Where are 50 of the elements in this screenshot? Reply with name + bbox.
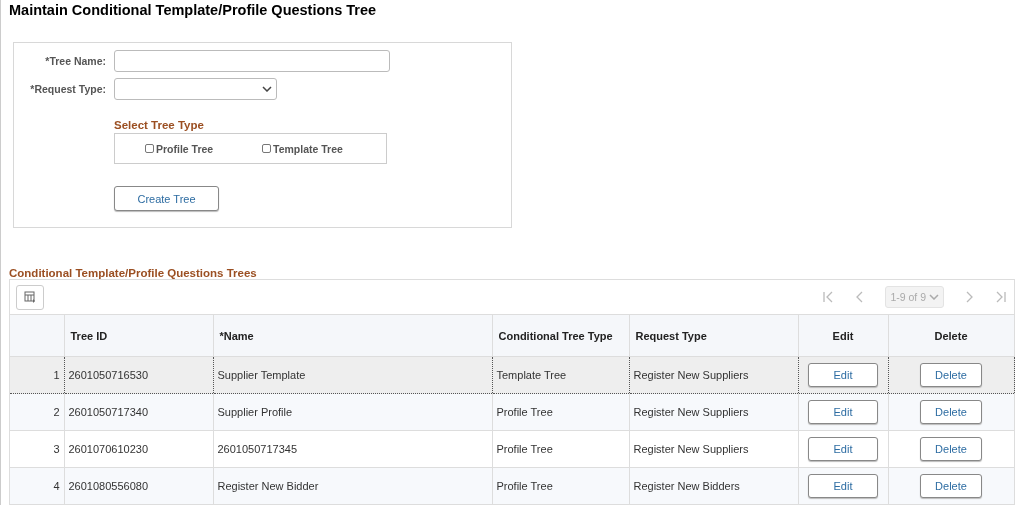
- table-cell: 2601050717340: [64, 393, 213, 431]
- table-cell: 2601050716530: [64, 356, 213, 394]
- edit-button[interactable]: Edit: [808, 474, 878, 498]
- grid-title: Conditional Template/Profile Questions Trees: [9, 268, 258, 279]
- column-header: Tree ID: [64, 315, 213, 357]
- table-cell: Supplier Profile: [213, 393, 492, 431]
- field-label: *Request Type:: [29, 83, 107, 95]
- checkbox-label: Profile Tree: [156, 142, 214, 155]
- page-title: Maintain Conditional Template/Profile Questions Tree: [9, 1, 378, 20]
- request-type-dropdown[interactable]: [114, 78, 277, 100]
- edit-button[interactable]: Edit: [808, 363, 878, 387]
- edit-button[interactable]: Edit: [808, 400, 878, 424]
- checkbox[interactable]: [145, 144, 154, 153]
- row-number: 4: [10, 467, 64, 505]
- column-header: *Name: [213, 315, 492, 357]
- table-cell: Profile Tree: [492, 393, 629, 431]
- table-cell: Supplier Template: [213, 356, 492, 394]
- delete-button[interactable]: Delete: [920, 363, 982, 387]
- delete-button[interactable]: Delete: [920, 400, 982, 424]
- table-cell: Register New Bidder: [213, 467, 492, 505]
- column-header: Delete: [888, 315, 1014, 357]
- row-number: 3: [10, 430, 64, 468]
- chevron-down-icon: [929, 294, 939, 300]
- section-heading: Select Tree Type: [114, 119, 205, 131]
- table-cell: 2601050717345: [213, 430, 492, 468]
- create-tree-button[interactable]: Create Tree: [114, 186, 219, 211]
- table-cell: Register New Suppliers: [629, 430, 798, 468]
- table-cell: Register New Suppliers: [629, 393, 798, 431]
- field-label: *Tree Name:: [44, 55, 107, 67]
- table-cell: 2601080556080: [64, 467, 213, 505]
- table-cell: Profile Tree: [492, 467, 629, 505]
- table-cell: Register New Bidders: [629, 467, 798, 505]
- chevron-down-icon: [262, 86, 272, 92]
- table-cell: Profile Tree: [492, 430, 629, 468]
- table-cell: 2601070610230: [64, 430, 213, 468]
- row-number: 2: [10, 393, 64, 431]
- delete-button[interactable]: Delete: [920, 474, 982, 498]
- column-header: Conditional Tree Type: [492, 315, 629, 357]
- last-page-icon[interactable]: [994, 290, 1008, 304]
- grid-settings-icon[interactable]: [16, 284, 44, 310]
- row-number: 1: [10, 356, 64, 394]
- tree-name-field[interactable]: [114, 50, 390, 72]
- checkbox[interactable]: [262, 144, 271, 153]
- delete-button[interactable]: Delete: [920, 437, 982, 461]
- table-cell: Register New Suppliers: [629, 356, 798, 394]
- edit-button[interactable]: Edit: [808, 437, 878, 461]
- table-cell: Template Tree: [492, 356, 629, 394]
- column-header: Request Type: [629, 315, 798, 357]
- checkbox-label: Template Tree: [273, 142, 343, 155]
- column-header: Edit: [798, 315, 888, 357]
